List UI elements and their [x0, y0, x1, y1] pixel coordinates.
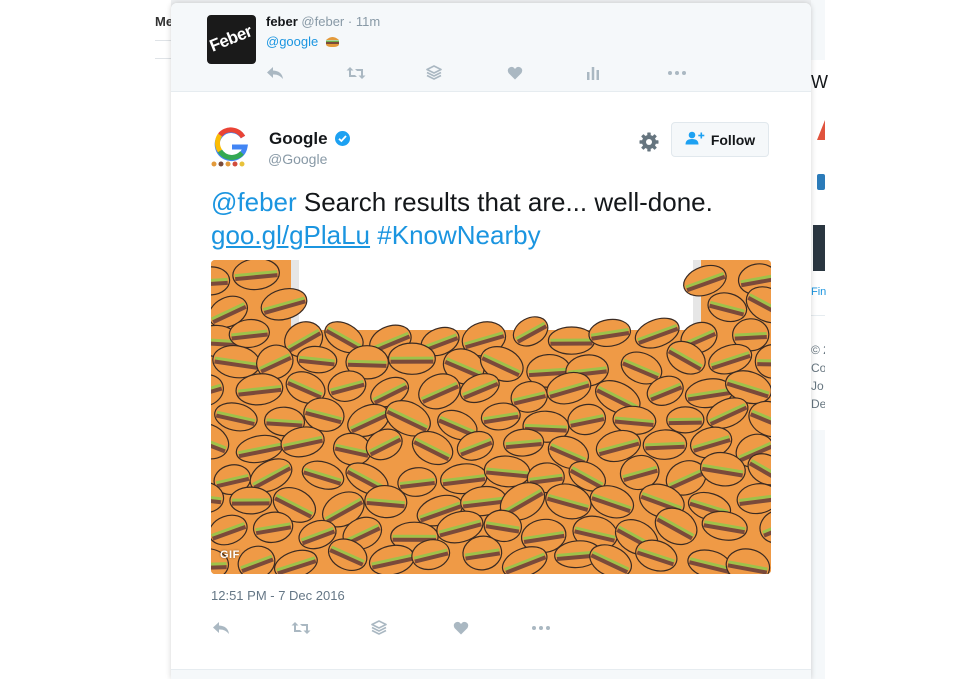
stack-icon[interactable] [424, 63, 444, 83]
retweet-icon[interactable] [346, 63, 366, 83]
ancestor-tweet-header: feber @feber · 11m [266, 14, 380, 29]
background-thumbnail [817, 174, 825, 190]
mention-link[interactable]: @feber [211, 187, 297, 217]
avatar[interactable] [209, 123, 255, 169]
author-name[interactable]: Google [269, 129, 328, 149]
more-icon[interactable] [531, 618, 551, 638]
tweet-time[interactable]: 11m [356, 14, 380, 29]
mention-link[interactable]: @google [266, 34, 318, 49]
tweet-modal: Feber feber @feber · 11m @google Google … [171, 3, 811, 679]
background-heading: W [811, 72, 828, 92]
background-thumbnail [817, 120, 825, 140]
ancestor-tweet[interactable]: Feber feber @feber · 11m @google [171, 3, 811, 92]
reply-icon[interactable] [211, 618, 231, 638]
url-link[interactable]: goo.gl/gPlaLu [211, 220, 370, 250]
author-handle[interactable]: @feber [301, 14, 344, 29]
author-name[interactable]: feber [266, 14, 298, 29]
hamburger-icon [325, 35, 340, 47]
background-left-column: Me [155, 0, 173, 679]
analytics-icon[interactable] [583, 63, 603, 83]
background-footer-text: Co [811, 361, 825, 375]
verified-badge-icon [335, 131, 350, 146]
divider [155, 58, 171, 59]
tweet-timestamp[interactable]: 12:51 PM - 7 Dec 2016 [211, 588, 345, 603]
background-link[interactable]: Fin [811, 286, 826, 298]
reply-icon[interactable] [265, 63, 285, 83]
author-handle[interactable]: @Google [268, 151, 327, 167]
tweet-media-gif[interactable]: GIF [211, 260, 771, 574]
gif-badge: GIF [220, 549, 240, 561]
follow-button[interactable]: Follow [671, 122, 769, 157]
background-footer-text: De [811, 397, 825, 411]
follow-label: Follow [710, 131, 756, 148]
stack-icon[interactable] [369, 618, 389, 638]
burger-pile-image [211, 260, 771, 574]
like-icon[interactable] [505, 63, 525, 83]
ancestor-tweet-text: @google [266, 34, 340, 49]
google-logo-icon [211, 127, 248, 167]
more-icon[interactable] [667, 63, 687, 83]
divider [811, 315, 825, 316]
gear-icon[interactable] [638, 131, 660, 153]
separator: · [347, 14, 353, 29]
background-footer-text: © 2 [811, 343, 825, 357]
tweet-body-text: Search results that are... well-done. [296, 187, 713, 217]
retweet-icon[interactable] [291, 618, 311, 638]
hashtag-link[interactable]: #KnowNearby [377, 220, 540, 250]
avatar-logo-text: Feber [207, 21, 255, 56]
add-user-icon [685, 131, 705, 148]
background-right-card: W Fin © 2 Co Jo De [811, 60, 828, 430]
background-thumbnail [813, 225, 825, 271]
background-footer-text: Jo [811, 379, 824, 393]
modal-footer-bar [171, 669, 811, 679]
tweet-text: @feber Search results that are... well-d… [211, 186, 771, 252]
divider [155, 40, 171, 41]
like-icon[interactable] [451, 618, 471, 638]
avatar[interactable]: Feber [207, 15, 256, 64]
